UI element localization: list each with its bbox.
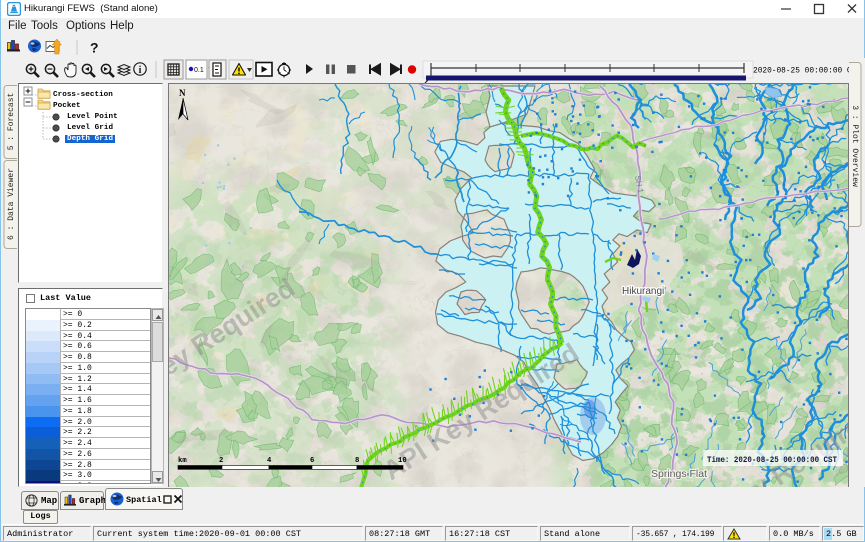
svg-text:km: km xyxy=(178,457,187,465)
svg-text:10: 10 xyxy=(398,457,407,465)
svg-text:6 : Data Viewer: 6 : Data Viewer xyxy=(7,168,16,240)
svg-text:6: 6 xyxy=(310,457,314,465)
svg-text:Springs Flat: Springs Flat xyxy=(651,468,707,480)
svg-text:N: N xyxy=(179,88,186,98)
svg-text:2: 2 xyxy=(219,457,223,465)
svg-text:?: ? xyxy=(90,40,99,56)
svg-text:5 : Forecast: 5 : Forecast xyxy=(7,93,16,151)
svg-text:Hikurangi: Hikurangi xyxy=(622,286,664,297)
svg-text:2020-08-25 00:00:00 CST: 2020-08-25 00:00:00 CST xyxy=(753,66,849,76)
svg-text:8: 8 xyxy=(355,457,359,465)
svg-text:i: i xyxy=(139,65,142,76)
svg-text:3 : Plot Overview: 3 : Plot Overview xyxy=(850,105,859,187)
svg-text:4: 4 xyxy=(267,457,272,465)
svg-text:Time: 2020-08-25 00:00:00 CST: Time: 2020-08-25 00:00:00 CST xyxy=(707,455,837,465)
svg-text:0.1: 0.1 xyxy=(194,67,204,74)
